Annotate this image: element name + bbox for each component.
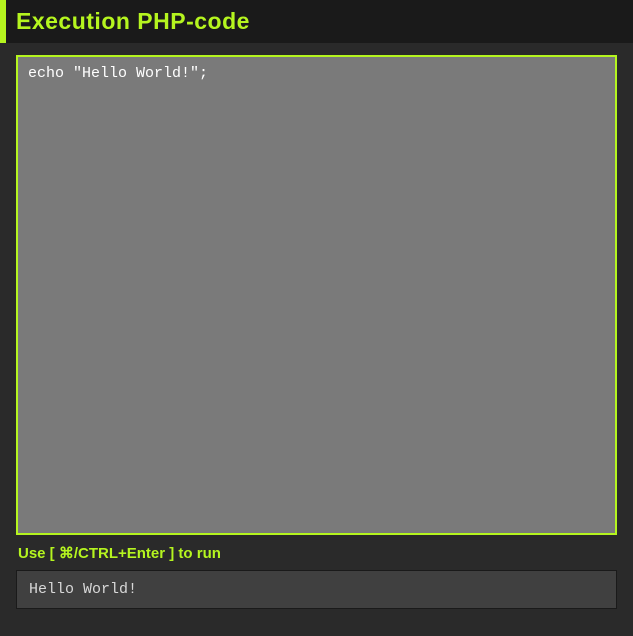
run-hint: Use [ ⌘/CTRL+Enter ] to run bbox=[16, 540, 617, 570]
execution-output: Hello World! bbox=[16, 570, 617, 609]
panel-content: Use [ ⌘/CTRL+Enter ] to run Hello World! bbox=[0, 55, 633, 609]
panel-header: Execution PHP-code bbox=[0, 0, 633, 43]
panel-title: Execution PHP-code bbox=[6, 8, 633, 35]
php-code-input[interactable] bbox=[16, 55, 617, 535]
